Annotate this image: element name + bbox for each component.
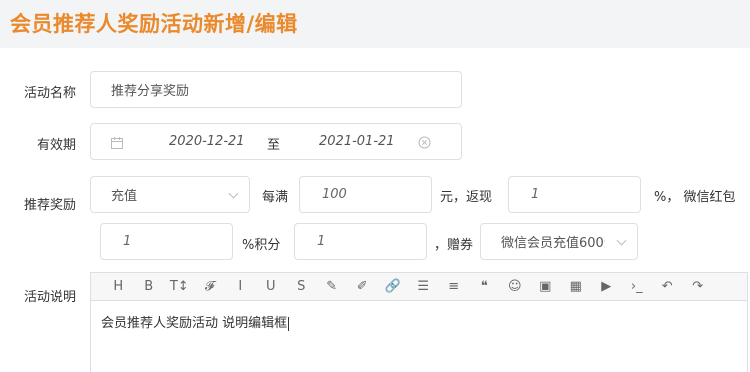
- end-date[interactable]: 2021-01-21: [319, 134, 395, 149]
- points-input[interactable]: 1: [294, 223, 427, 260]
- chevron-down-icon: [228, 188, 239, 199]
- text-height-icon[interactable]: T↕: [164, 279, 195, 294]
- points-value: 1: [317, 234, 326, 249]
- date-range-picker[interactable]: 2020-12-21 至 2021-01-21: [90, 123, 462, 160]
- wechat-text: %， 微信红包: [654, 190, 736, 205]
- undo-icon[interactable]: ↶: [652, 279, 683, 294]
- image-icon[interactable]: ▣: [530, 279, 561, 294]
- strikethrough-icon[interactable]: S: [286, 279, 317, 294]
- brush-icon[interactable]: ✐: [347, 279, 378, 294]
- editor-toolbar: H B T↕ 𝓕 I U S ✎ ✐ 🔗 ☰ ≡ ❝ ☺ ▣ ▦ ▶ ›_ ↶ ↷: [91, 273, 747, 301]
- validity-label: 有效期: [36, 138, 76, 153]
- name-value: 推荐分享奖励: [111, 84, 190, 99]
- coupon-select[interactable]: 微信会员充值600元: [480, 223, 638, 260]
- link-icon[interactable]: 🔗: [378, 279, 409, 294]
- reward-type-value: 充值: [111, 189, 138, 204]
- reward-label: 推荐奖励: [23, 198, 76, 213]
- heading-icon[interactable]: H: [103, 279, 134, 294]
- coupon-value: 微信会员充值600元: [501, 236, 605, 251]
- code-icon[interactable]: ›_: [622, 279, 653, 294]
- eraser-icon[interactable]: ✎: [317, 279, 348, 294]
- emoji-icon[interactable]: ☺: [500, 279, 531, 294]
- page-title: 会员推荐人奖励活动新增/编辑: [10, 12, 298, 36]
- name-input[interactable]: 推荐分享奖励: [90, 71, 462, 108]
- text-caret: [288, 316, 290, 331]
- align-icon[interactable]: ≡: [439, 279, 470, 294]
- every-full-input[interactable]: 100: [299, 176, 432, 213]
- cashback-value: 1: [531, 187, 540, 202]
- chevron-down-icon: [616, 235, 627, 246]
- name-label: 活动名称: [23, 86, 76, 101]
- cashback-input[interactable]: 1: [508, 176, 641, 213]
- calendar-icon: [111, 137, 123, 149]
- every-full-value: 100: [322, 187, 347, 202]
- table-icon[interactable]: ▦: [561, 279, 592, 294]
- reward-type-select[interactable]: 充值: [90, 176, 250, 213]
- font-icon[interactable]: 𝓕: [195, 279, 226, 294]
- video-icon[interactable]: ▶: [591, 279, 622, 294]
- rich-text-editor[interactable]: H B T↕ 𝓕 I U S ✎ ✐ 🔗 ☰ ≡ ❝ ☺ ▣ ▦ ▶ ›_ ↶ ↷ 会员推荐人奖励活动 说明编辑框: [90, 272, 748, 372]
- gift-text: ，赠券: [434, 238, 474, 253]
- redo-icon[interactable]: ↷: [683, 279, 714, 294]
- list-icon[interactable]: ☰: [408, 279, 439, 294]
- desc-text: 会员推荐人奖励活动 说明编辑框: [101, 316, 288, 331]
- desc-label: 活动说明: [23, 290, 76, 305]
- italic-icon[interactable]: I: [225, 279, 256, 294]
- wechat-value: 1: [123, 234, 132, 249]
- underline-icon[interactable]: U: [256, 279, 287, 294]
- every-full-text: 每满: [262, 190, 289, 205]
- points-text: %积分: [242, 238, 281, 253]
- yuan-return-text: 元，返现: [440, 190, 493, 205]
- start-date[interactable]: 2020-12-21: [169, 134, 245, 149]
- clear-icon[interactable]: [418, 136, 431, 149]
- range-separator: 至: [267, 138, 281, 153]
- bold-icon[interactable]: B: [134, 279, 165, 294]
- editor-content[interactable]: 会员推荐人奖励活动 说明编辑框: [91, 301, 747, 342]
- wechat-input[interactable]: 1: [100, 223, 233, 260]
- quote-icon[interactable]: ❝: [469, 279, 500, 294]
